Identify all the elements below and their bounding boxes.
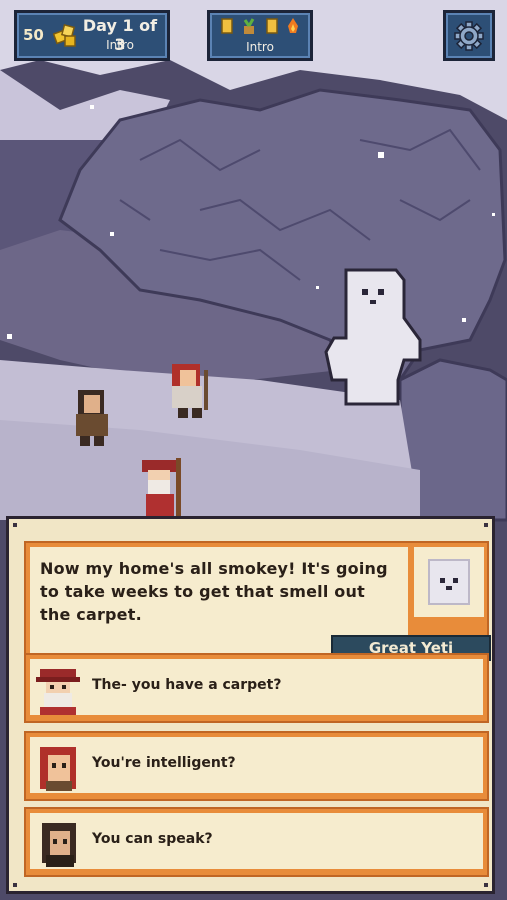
resource-icons (216, 16, 304, 36)
corner-rivet (484, 883, 488, 887)
choice-text: You can speak? (92, 831, 213, 847)
settings-button[interactable] (443, 10, 495, 61)
speech-box: Now my home's all smokey! It's going to … (24, 541, 491, 665)
resource-indicator[interactable]: Intro (207, 10, 313, 61)
coin-count: 50 (23, 26, 44, 44)
sprout-icon (244, 18, 255, 34)
resource-phase: Intro (246, 40, 274, 54)
choice-text: The- you have a carpet? (92, 677, 282, 693)
gear-icon (454, 20, 484, 51)
day-phase: Intro (106, 38, 134, 52)
corner-rivet (13, 523, 17, 527)
redhead-hero-avatar-icon (40, 747, 76, 791)
choice-panel: You're intelligent? (30, 737, 483, 793)
day-indicator[interactable]: 50 Day 1 of 3 Intro (14, 10, 170, 61)
dialog-choice-3[interactable]: You can speak? (24, 807, 489, 877)
choice-panel: You can speak? (30, 813, 483, 869)
brunette-hero-avatar-icon (42, 823, 76, 867)
bearded-hero-avatar-icon (36, 669, 80, 715)
dialog-panel: Now my home's all smokey! It's going to … (6, 516, 495, 894)
scroll-icon (221, 18, 233, 34)
choice-panel: The- you have a carpet? (30, 659, 483, 715)
dialog-choice-1[interactable]: The- you have a carpet? (24, 653, 489, 723)
speech-text: Now my home's all smokey! It's going to … (40, 559, 388, 624)
corner-rivet (13, 883, 17, 887)
dialog-choice-2[interactable]: You're intelligent? (24, 731, 489, 801)
fire-icon (288, 18, 299, 33)
scroll-icon (266, 18, 278, 34)
speaker-portrait (414, 547, 484, 617)
yeti-portrait-icon (428, 559, 470, 605)
choice-text: You're intelligent? (92, 755, 236, 771)
corner-rivet (484, 523, 488, 527)
